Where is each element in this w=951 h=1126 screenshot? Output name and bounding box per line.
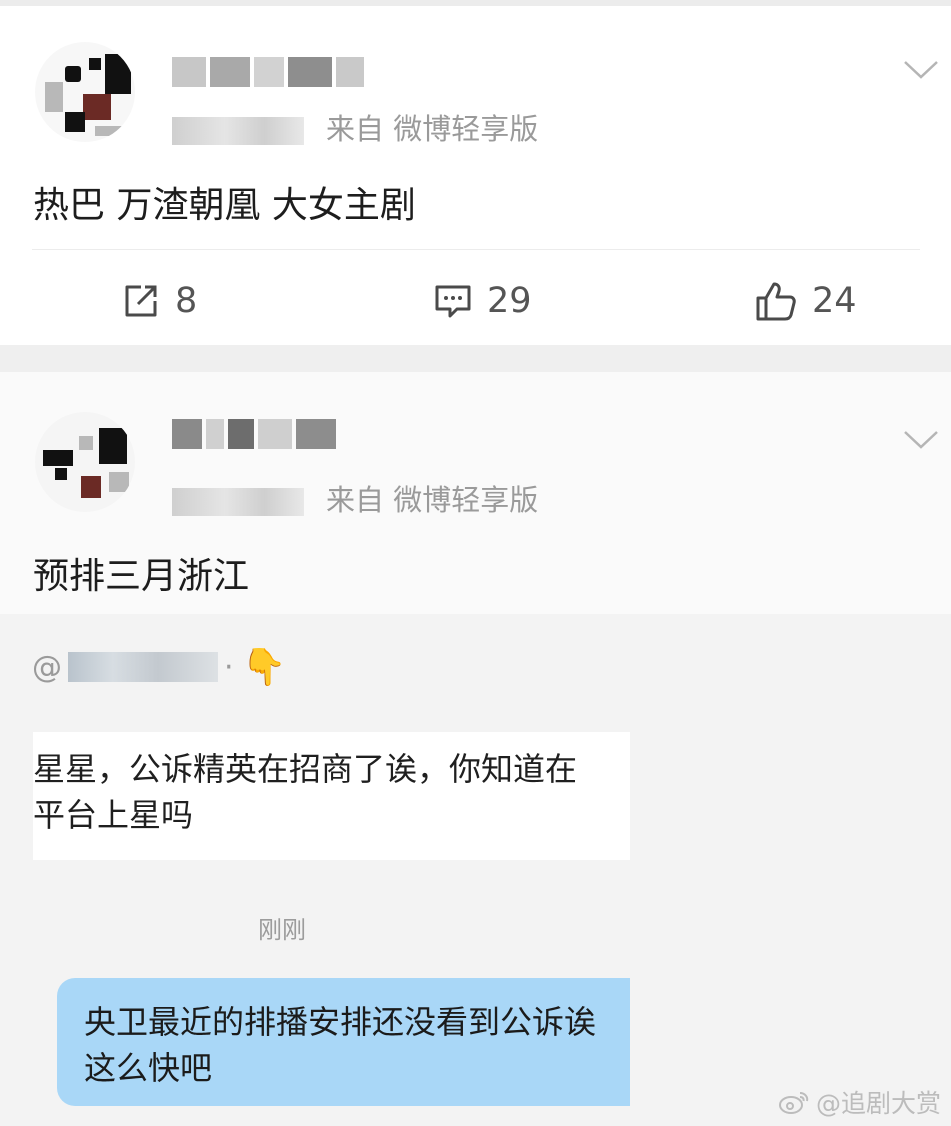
repost-count: 8 <box>175 281 198 321</box>
like-icon <box>756 282 796 321</box>
incoming-message-line: 星星，公诉精英在招商了诶，你知道在 <box>33 750 578 788</box>
post-time-blurred <box>172 117 304 145</box>
meta-separator: 来自 <box>326 483 385 517</box>
repost-button[interactable]: 8 <box>121 276 197 326</box>
mention-username-blurred <box>68 652 218 682</box>
action-divider <box>32 249 920 250</box>
message-timestamp: 刚刚 <box>258 916 306 944</box>
repost-icon <box>125 285 157 317</box>
post-separator <box>0 345 951 372</box>
avatar[interactable] <box>35 412 135 512</box>
outgoing-message-line: 这么快吧 <box>84 1049 213 1087</box>
mention-at: @ <box>32 649 62 685</box>
post-source[interactable]: 微博轻享版 <box>393 112 538 146</box>
username-blurred[interactable] <box>172 50 364 94</box>
username-blurred[interactable] <box>172 412 336 456</box>
chat-screenshot: @ · 👇 星星，公诉精英在招商了诶，你知道在 平台上星吗 刚刚 央卫最近的排播… <box>0 614 951 1126</box>
watermark-handle: @追剧大赏 <box>815 1089 941 1118</box>
chevron-down-icon[interactable] <box>902 420 940 458</box>
watermark: @追剧大赏 <box>778 1084 941 1120</box>
post-text: 预排三月浙江 <box>33 556 250 597</box>
meta-separator: 来自 <box>326 112 385 146</box>
like-count: 24 <box>812 281 857 321</box>
mention-dot: · <box>224 649 234 685</box>
post-meta: 来自 微博轻享版 <box>172 106 538 148</box>
mention-line: @ · 👇 <box>32 644 286 690</box>
weibo-post-1: 来自 微博轻享版 热巴 万渣朝凰 大女主剧 8 29 24 <box>0 0 951 345</box>
like-button[interactable]: 24 <box>754 276 857 326</box>
weibo-post-2: 来自 微博轻享版 预排三月浙江 <box>0 372 951 614</box>
post-time-blurred <box>172 488 304 516</box>
comment-count: 29 <box>487 281 532 321</box>
pointing-down-hand-icon: 👇 <box>241 647 287 688</box>
post-text: 热巴 万渣朝凰 大女主剧 <box>33 185 416 226</box>
incoming-message-bubble: 星星，公诉精英在招商了诶，你知道在 平台上星吗 <box>33 732 630 860</box>
post-meta: 来自 微博轻享版 <box>172 477 538 519</box>
chevron-down-icon[interactable] <box>902 50 940 88</box>
outgoing-message-bubble: 央卫最近的排播安排还没看到公诉诶 这么快吧 <box>57 978 630 1106</box>
incoming-message-line: 平台上星吗 <box>33 796 194 834</box>
avatar[interactable] <box>35 42 135 142</box>
outgoing-message-line: 央卫最近的排播安排还没看到公诉诶 <box>84 1003 597 1041</box>
weibo-logo-icon <box>778 1092 809 1114</box>
comment-icon <box>435 285 471 318</box>
comment-button[interactable]: 29 <box>433 276 532 326</box>
post-source[interactable]: 微博轻享版 <box>393 483 538 517</box>
top-divider <box>0 0 951 6</box>
